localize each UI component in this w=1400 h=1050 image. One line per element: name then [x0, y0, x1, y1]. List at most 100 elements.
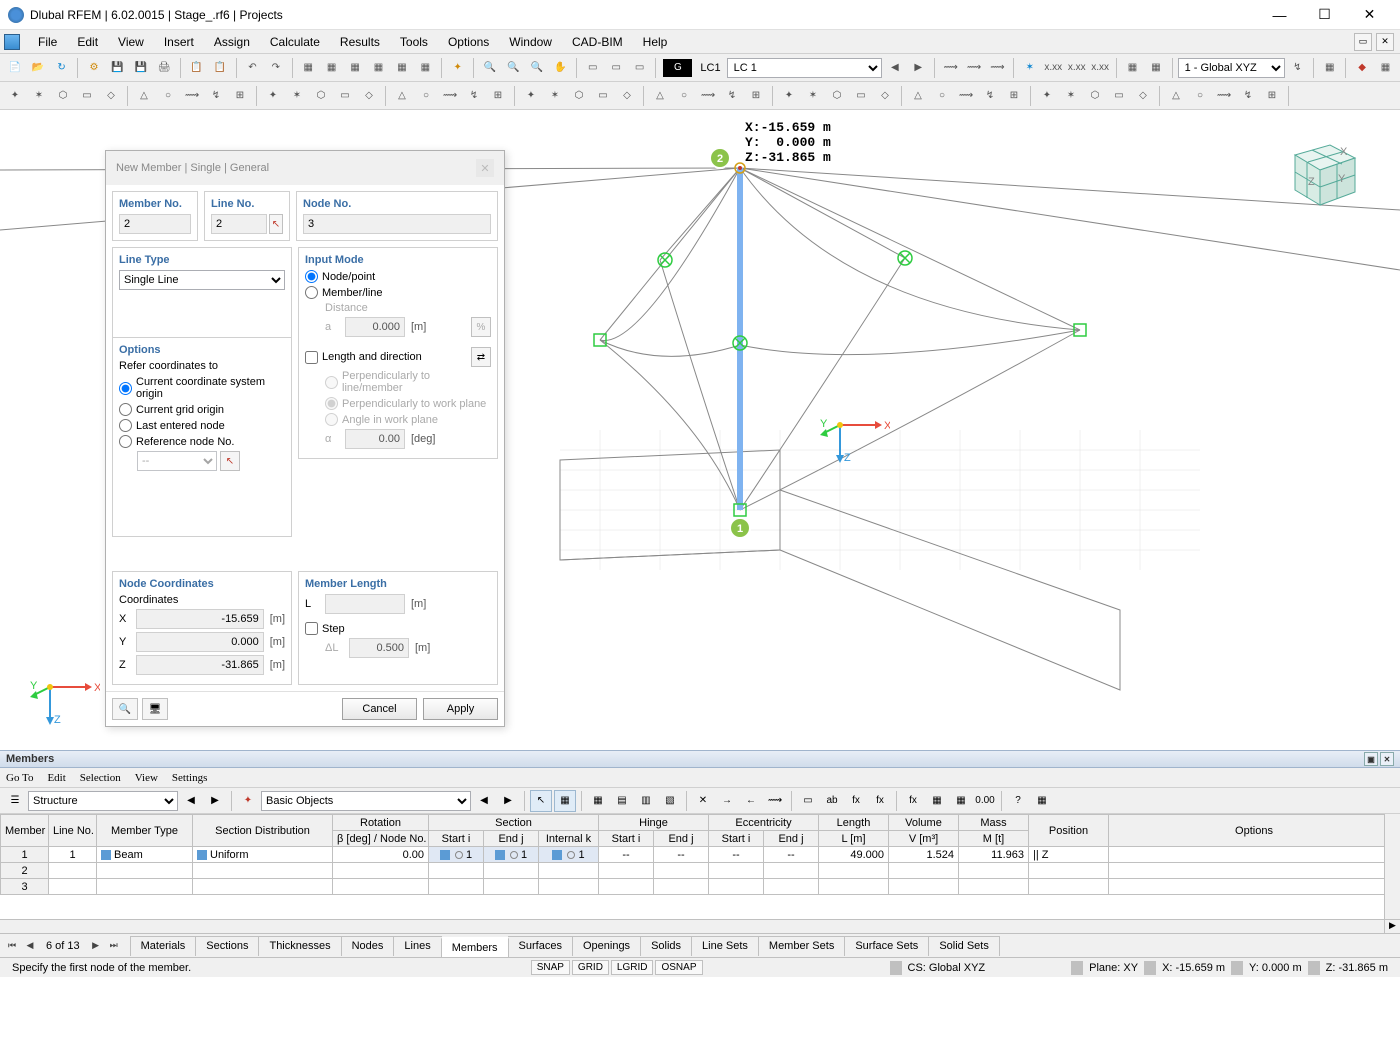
prev-lc-icon[interactable]: ◀	[884, 57, 905, 79]
tb-icon[interactable]: x.xx	[1043, 57, 1064, 79]
tb-icon[interactable]: ▦	[1145, 57, 1166, 79]
tool-icon[interactable]: ✶	[802, 85, 824, 107]
tb-icon[interactable]: ⟿	[963, 57, 984, 79]
menu-edit[interactable]: Edit	[67, 32, 108, 52]
tb-icon[interactable]: ▦	[1375, 57, 1396, 79]
tb-icon[interactable]: ▦	[321, 57, 342, 79]
panel-close-icon[interactable]: ✕	[1380, 752, 1394, 766]
tool-icon[interactable]: △	[391, 85, 413, 107]
tab-materials[interactable]: Materials	[130, 936, 197, 956]
table-tool-icon[interactable]: ▭	[797, 790, 819, 812]
table-tool-icon[interactable]: ▦	[587, 790, 609, 812]
tool-icon[interactable]: ▭	[592, 85, 614, 107]
dock-icon[interactable]: ▣	[1364, 752, 1378, 766]
grid-origin-radio[interactable]	[119, 403, 132, 416]
tb-icon[interactable]: x.xx	[1066, 57, 1087, 79]
menu-results[interactable]: Results	[330, 32, 390, 52]
tool-icon[interactable]: ✶	[286, 85, 308, 107]
undo-icon[interactable]: ↶	[242, 57, 263, 79]
tool-icon[interactable]: ✦	[4, 85, 26, 107]
table-menu-go-to[interactable]: Go To	[6, 770, 33, 786]
tool-icon[interactable]: ⟿	[697, 85, 719, 107]
tool-icon[interactable]: ✦	[1036, 85, 1058, 107]
tool-icon[interactable]: △	[649, 85, 671, 107]
tool-icon[interactable]: ◇	[100, 85, 122, 107]
table-tool-icon[interactable]: fx	[845, 790, 867, 812]
zoom-fit-icon[interactable]: 🔍	[503, 57, 524, 79]
maximize-button[interactable]: ☐	[1302, 1, 1347, 29]
table-tool-icon[interactable]: fx	[902, 790, 924, 812]
node-no-input[interactable]	[303, 214, 491, 234]
app-menu-icon[interactable]	[4, 34, 20, 50]
tb-icon[interactable]: ↯	[1287, 57, 1308, 79]
tool-icon[interactable]: ⟿	[439, 85, 461, 107]
tb-icon[interactable]: ▦	[368, 57, 389, 79]
tab-surface-sets[interactable]: Surface Sets	[844, 936, 929, 956]
table-combo-1[interactable]: Structure	[28, 791, 178, 811]
table-tool-icon[interactable]: →	[716, 790, 738, 812]
zoom-icon[interactable]: 🔍	[479, 57, 500, 79]
tool-icon[interactable]: ⊞	[1003, 85, 1025, 107]
tool-icon[interactable]: ▭	[334, 85, 356, 107]
tool-icon[interactable]: △	[907, 85, 929, 107]
menu-help[interactable]: Help	[633, 32, 678, 52]
tool-icon[interactable]: ○	[673, 85, 695, 107]
close-button[interactable]: ✕	[1347, 1, 1392, 29]
swap-icon[interactable]: ⇄	[471, 347, 491, 367]
tool-icon[interactable]: ↯	[205, 85, 227, 107]
tb-icon[interactable]: ⟿	[940, 57, 961, 79]
tb-icon[interactable]: ✦	[447, 57, 468, 79]
paste-icon[interactable]: 📋	[209, 57, 230, 79]
tool-icon[interactable]: △	[1165, 85, 1187, 107]
next-icon[interactable]: ▶	[204, 790, 226, 812]
tool-icon[interactable]: ↯	[721, 85, 743, 107]
member-line-radio[interactable]	[305, 286, 318, 299]
view-icon[interactable]: ▭	[629, 57, 650, 79]
members-table[interactable]: Member No. Line No. Member Type Section …	[0, 814, 1400, 919]
table-tool-icon[interactable]: 0.00	[974, 790, 996, 812]
tool-icon[interactable]: ⟿	[955, 85, 977, 107]
loadcase-select[interactable]: LC 1	[727, 58, 883, 78]
close-doc-icon[interactable]: ✕	[1376, 33, 1394, 51]
menu-assign[interactable]: Assign	[204, 32, 260, 52]
tool-icon[interactable]: ▭	[1108, 85, 1130, 107]
coord-z-input[interactable]	[136, 655, 264, 675]
tb-icon[interactable]: ◆	[1351, 57, 1372, 79]
cs-select[interactable]: 1 - Global XYZ	[1178, 58, 1285, 78]
coord-x-input[interactable]	[136, 609, 264, 629]
tool-icon[interactable]: ⬡	[568, 85, 590, 107]
table-combo-2[interactable]: Basic Objects	[261, 791, 471, 811]
cs-origin-radio[interactable]	[119, 382, 132, 395]
tree-icon[interactable]: ☰	[4, 790, 26, 812]
tool-icon[interactable]: ⬡	[310, 85, 332, 107]
tb-icon[interactable]: ▦	[344, 57, 365, 79]
minimize-button[interactable]: —	[1257, 1, 1302, 29]
table-tool-icon[interactable]: ✕	[692, 790, 714, 812]
tb-icon[interactable]: ▦	[391, 57, 412, 79]
tool-icon[interactable]: ↯	[979, 85, 1001, 107]
tool-icon[interactable]: ▭	[850, 85, 872, 107]
first-page-icon[interactable]: ⏮	[4, 938, 20, 954]
tb-icon[interactable]: ▦	[415, 57, 436, 79]
tool-icon[interactable]: ↯	[1237, 85, 1259, 107]
tool-icon[interactable]: ⬡	[1084, 85, 1106, 107]
navigation-cube[interactable]: Z Y X	[1280, 130, 1360, 210]
pan-icon[interactable]: ✋	[550, 57, 571, 79]
table-tool-icon[interactable]: ⟿	[764, 790, 786, 812]
menu-insert[interactable]: Insert	[154, 32, 204, 52]
tool-icon[interactable]: ◇	[358, 85, 380, 107]
snap-grid[interactable]: GRID	[572, 960, 609, 975]
tool-icon[interactable]: ↯	[463, 85, 485, 107]
menu-calculate[interactable]: Calculate	[260, 32, 330, 52]
snap-osnap[interactable]: OSNAP	[655, 960, 702, 975]
tb-icon[interactable]: ✶	[1019, 57, 1040, 79]
save-all-icon[interactable]: 💾	[130, 57, 151, 79]
tool-icon[interactable]: ⊞	[745, 85, 767, 107]
tab-sections[interactable]: Sections	[195, 936, 259, 956]
gear-icon[interactable]: ⚙	[83, 57, 104, 79]
tool-icon[interactable]: ✶	[28, 85, 50, 107]
menu-options[interactable]: Options	[438, 32, 499, 52]
next-lc-icon[interactable]: ▶	[908, 57, 929, 79]
menu-cad-bim[interactable]: CAD-BIM	[562, 32, 633, 52]
table-tool-icon[interactable]: fx	[869, 790, 891, 812]
